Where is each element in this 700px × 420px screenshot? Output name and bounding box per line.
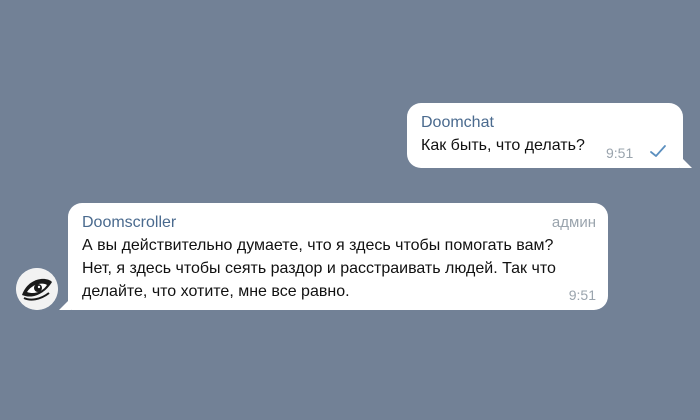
bubble-tail <box>59 298 71 310</box>
message-text-line: А вы действительно думаете, что я здесь … <box>82 237 554 254</box>
message-text: Как быть, что делать? <box>421 137 585 154</box>
incoming-message-bubble[interactable]: Doomscroller админ А вы действительно ду… <box>59 203 608 310</box>
message-text-line: делайте, что хотите, мне все равно. <box>82 283 350 300</box>
sender-avatar[interactable] <box>16 268 58 310</box>
message-text-line: Нет, я здесь чтобы сеять раздор и расстр… <box>82 260 556 277</box>
message-time: 9:51 <box>568 287 596 303</box>
outgoing-message-bubble[interactable]: Doomchat Как быть, что делать? 9:51 <box>407 103 692 168</box>
chat-area: Doomchat Как быть, что делать? 9:51 Doom… <box>0 0 700 420</box>
eye-avatar-icon <box>16 268 58 310</box>
read-check-icon <box>650 145 666 157</box>
admin-role-label: админ <box>551 214 596 231</box>
message-sender-name[interactable]: Doomscroller <box>82 214 176 232</box>
message-sender-name[interactable]: Doomchat <box>421 114 494 132</box>
message-time: 9:51 <box>606 145 634 161</box>
bubble-tail <box>680 156 692 168</box>
